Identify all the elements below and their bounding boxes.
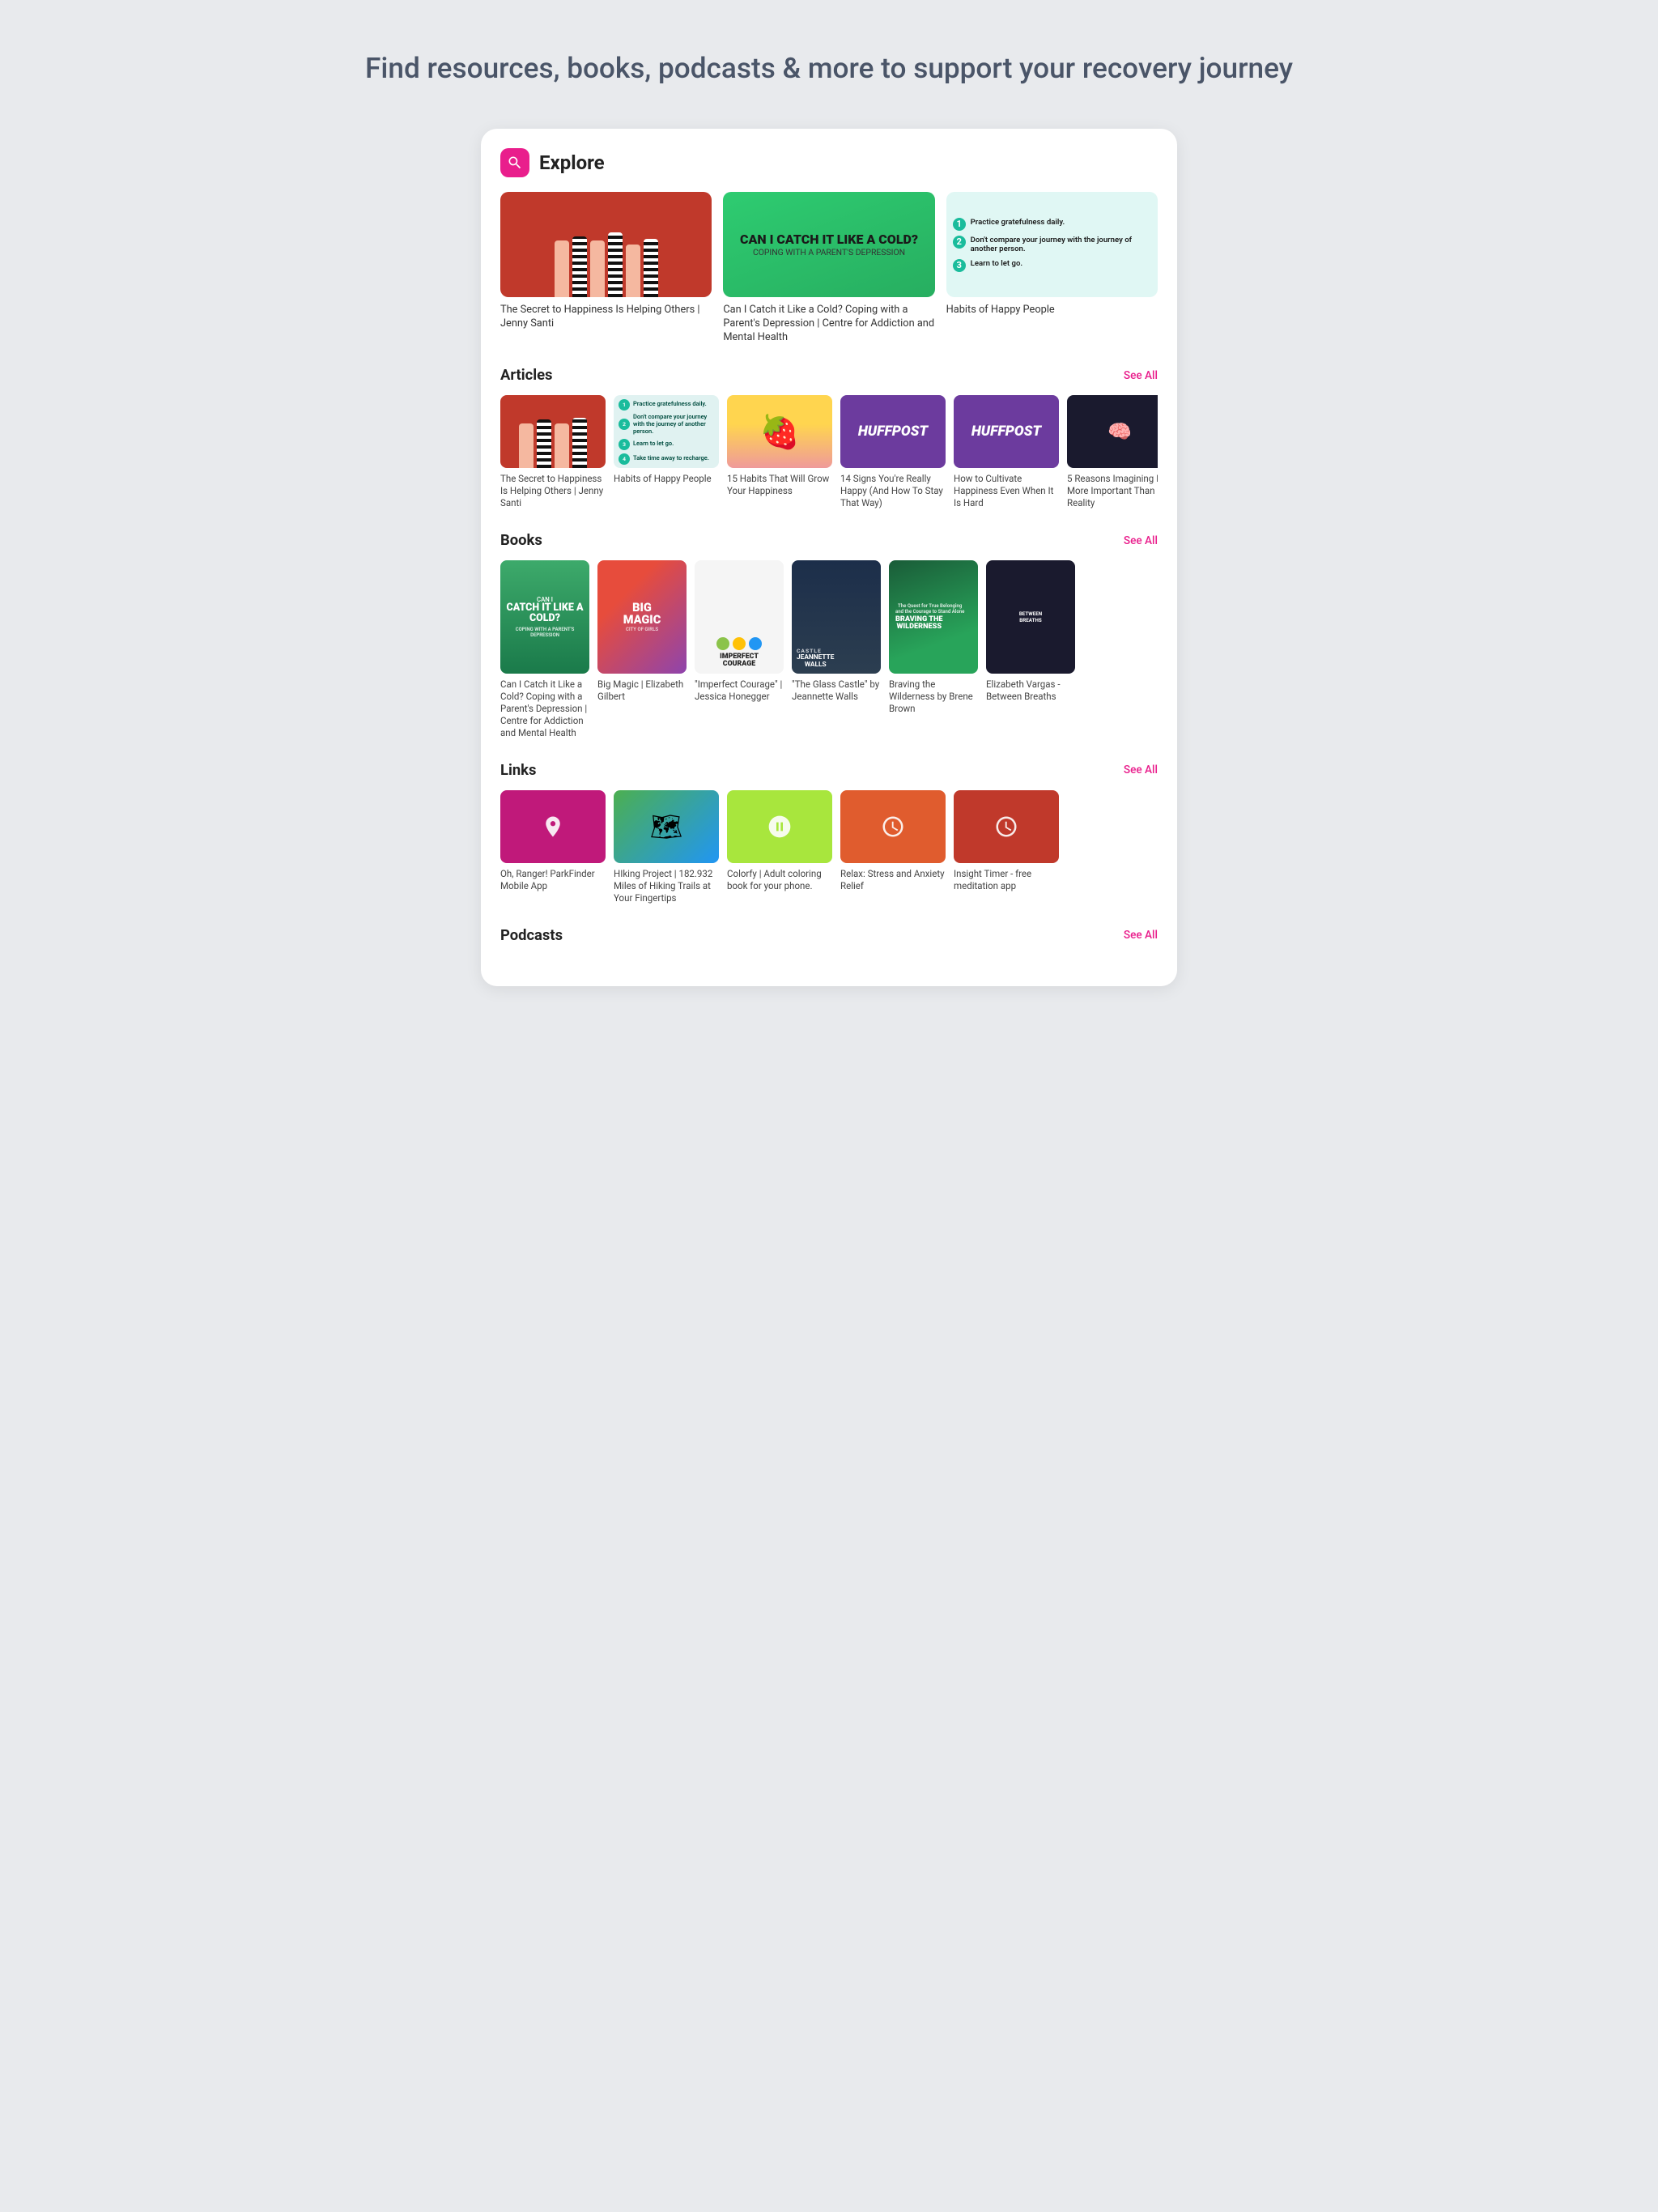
book-label-6: Elizabeth Vargas - Between Breaths	[986, 678, 1075, 703]
link-item-4[interactable]: Relax: Stress and Anxiety Relief	[840, 790, 946, 904]
article-thumb-2: 1Practice gratefulness daily. 2Don't com…	[614, 395, 719, 468]
link-label-3: Colorfy | Adult coloring book for your p…	[727, 868, 832, 892]
featured-item-2[interactable]: CAN I CATCH IT LIKE A COLD? COPING WITH …	[723, 192, 934, 344]
article-thumb-1	[500, 395, 606, 468]
book-thumb-4: CASTLE JEANNETTEWALLS	[792, 560, 881, 674]
articles-header: Articles See All	[500, 367, 1158, 384]
links-see-all[interactable]: See All	[1124, 764, 1158, 776]
featured-item-3[interactable]: 1 Practice gratefulness daily. 2 Don't c…	[946, 192, 1158, 344]
article-label-4: 14 Signs You're Really Happy (And How To…	[840, 473, 946, 509]
book-thumb-3: IMPERFECTCOURAGE	[695, 560, 784, 674]
podcasts-header: Podcasts See All	[500, 927, 1158, 944]
link-label-5: Insight Timer - free meditation app	[954, 868, 1059, 892]
book-label-1: Can I Catch it Like a Cold? Coping with …	[500, 678, 589, 739]
links-section: Links See All Oh, Ranger! ParkFinder Mob…	[500, 762, 1158, 904]
link-label-1: Oh, Ranger! ParkFinder Mobile App	[500, 868, 606, 892]
articles-title: Articles	[500, 367, 552, 384]
article-label-3: 15 Habits That Will Grow Your Happiness	[727, 473, 832, 497]
featured-label-1: The Secret to Happiness Is Helping Other…	[500, 304, 712, 330]
book-thumb-5: The Quest for True Belongingand the Cour…	[889, 560, 978, 674]
featured-item-1[interactable]: The Secret to Happiness Is Helping Other…	[500, 192, 712, 344]
book-item-5[interactable]: The Quest for True Belongingand the Cour…	[889, 560, 978, 739]
articles-see-all[interactable]: See All	[1124, 369, 1158, 382]
search-icon	[507, 155, 523, 171]
article-item-4[interactable]: HUFFPOST 14 Signs You're Really Happy (A…	[840, 395, 946, 509]
article-thumb-4: HUFFPOST	[840, 395, 946, 468]
featured-thumb-2: CAN I CATCH IT LIKE A COLD? COPING WITH …	[723, 192, 934, 297]
book-item-2[interactable]: BIGMAGIC CITY OF GIRLS Big Magic | Eliza…	[597, 560, 687, 739]
articles-row: The Secret to Happiness Is Helping Other…	[500, 395, 1158, 509]
article-item-2[interactable]: 1Practice gratefulness daily. 2Don't com…	[614, 395, 719, 509]
page-title: Find resources, books, podcasts & more t…	[32, 49, 1626, 88]
article-thumb-3: 🍓	[727, 395, 832, 468]
explore-header: Explore	[500, 148, 1158, 177]
featured-label-3: Habits of Happy People	[946, 304, 1158, 317]
featured-label-2: Can I Catch it Like a Cold? Coping with …	[723, 304, 934, 344]
page-header: Find resources, books, podcasts & more t…	[16, 32, 1642, 104]
links-header: Links See All	[500, 762, 1158, 779]
link-item-5[interactable]: Insight Timer - free meditation app	[954, 790, 1059, 904]
link-label-4: Relax: Stress and Anxiety Relief	[840, 868, 946, 892]
article-label-1: The Secret to Happiness Is Helping Other…	[500, 473, 606, 509]
link-thumb-5	[954, 790, 1059, 863]
link-item-3[interactable]: Colorfy | Adult coloring book for your p…	[727, 790, 832, 904]
books-header: Books See All	[500, 532, 1158, 549]
book-label-3: "Imperfect Courage" | Jessica Honegger	[695, 678, 784, 703]
link-label-2: HIking Project | 182.932 Miles of Hiking…	[614, 868, 719, 904]
links-title: Links	[500, 762, 536, 779]
podcasts-see-all[interactable]: See All	[1124, 929, 1158, 942]
article-thumb-6: 🧠	[1067, 395, 1158, 468]
links-row: Oh, Ranger! ParkFinder Mobile App HIking…	[500, 790, 1158, 904]
articles-section: Articles See All The Secret to Happ	[500, 367, 1158, 509]
article-label-5: How to Cultivate Happiness Even When It …	[954, 473, 1059, 509]
books-section: Books See All CAN I CATCH IT LIKE A COLD…	[500, 532, 1158, 739]
article-item-6[interactable]: 🧠 5 Reasons Imagining Is More Important …	[1067, 395, 1158, 509]
link-thumb-2	[614, 790, 719, 863]
link-item-2[interactable]: HIking Project | 182.932 Miles of Hiking…	[614, 790, 719, 904]
explore-title: Explore	[539, 151, 605, 174]
featured-thumb-1	[500, 192, 712, 297]
main-card: Explore The Secret to Happiness Is Helpi…	[481, 129, 1177, 986]
book-thumb-2: BIGMAGIC CITY OF GIRLS	[597, 560, 687, 674]
book-item-4[interactable]: CASTLE JEANNETTEWALLS "The Glass Castle"…	[792, 560, 881, 739]
article-item-3[interactable]: 🍓 15 Habits That Will Grow Your Happines…	[727, 395, 832, 509]
book-label-5: Braving the Wilderness by Brene Brown	[889, 678, 978, 715]
featured-thumb-3: 1 Practice gratefulness daily. 2 Don't c…	[946, 192, 1158, 297]
explore-featured: The Secret to Happiness Is Helping Other…	[500, 192, 1158, 344]
link-thumb-4	[840, 790, 946, 863]
book-item-3[interactable]: IMPERFECTCOURAGE "Imperfect Courage" | J…	[695, 560, 784, 739]
book-thumb-1: CAN I CATCH IT LIKE A COLD? COPING WITH …	[500, 560, 589, 674]
link-item-1[interactable]: Oh, Ranger! ParkFinder Mobile App	[500, 790, 606, 904]
explore-icon	[500, 148, 529, 177]
book-thumb-6: BETWEENBREATHS	[986, 560, 1075, 674]
books-see-all[interactable]: See All	[1124, 534, 1158, 547]
book-item-6[interactable]: BETWEENBREATHS Elizabeth Vargas - Betwee…	[986, 560, 1075, 739]
books-title: Books	[500, 532, 542, 549]
link-thumb-1	[500, 790, 606, 863]
book-label-4: "The Glass Castle" by Jeannette Walls	[792, 678, 881, 703]
article-thumb-5: HUFFPOST	[954, 395, 1059, 468]
link-thumb-3	[727, 790, 832, 863]
book-label-2: Big Magic | Elizabeth Gilbert	[597, 678, 687, 703]
podcasts-section: Podcasts See All	[500, 927, 1158, 944]
books-row: CAN I CATCH IT LIKE A COLD? COPING WITH …	[500, 560, 1158, 739]
article-label-2: Habits of Happy People	[614, 473, 719, 485]
article-label-6: 5 Reasons Imagining Is More Important Th…	[1067, 473, 1158, 509]
podcasts-title: Podcasts	[500, 927, 563, 944]
article-item-1[interactable]: The Secret to Happiness Is Helping Other…	[500, 395, 606, 509]
article-item-5[interactable]: HUFFPOST How to Cultivate Happiness Even…	[954, 395, 1059, 509]
book-item-1[interactable]: CAN I CATCH IT LIKE A COLD? COPING WITH …	[500, 560, 589, 739]
